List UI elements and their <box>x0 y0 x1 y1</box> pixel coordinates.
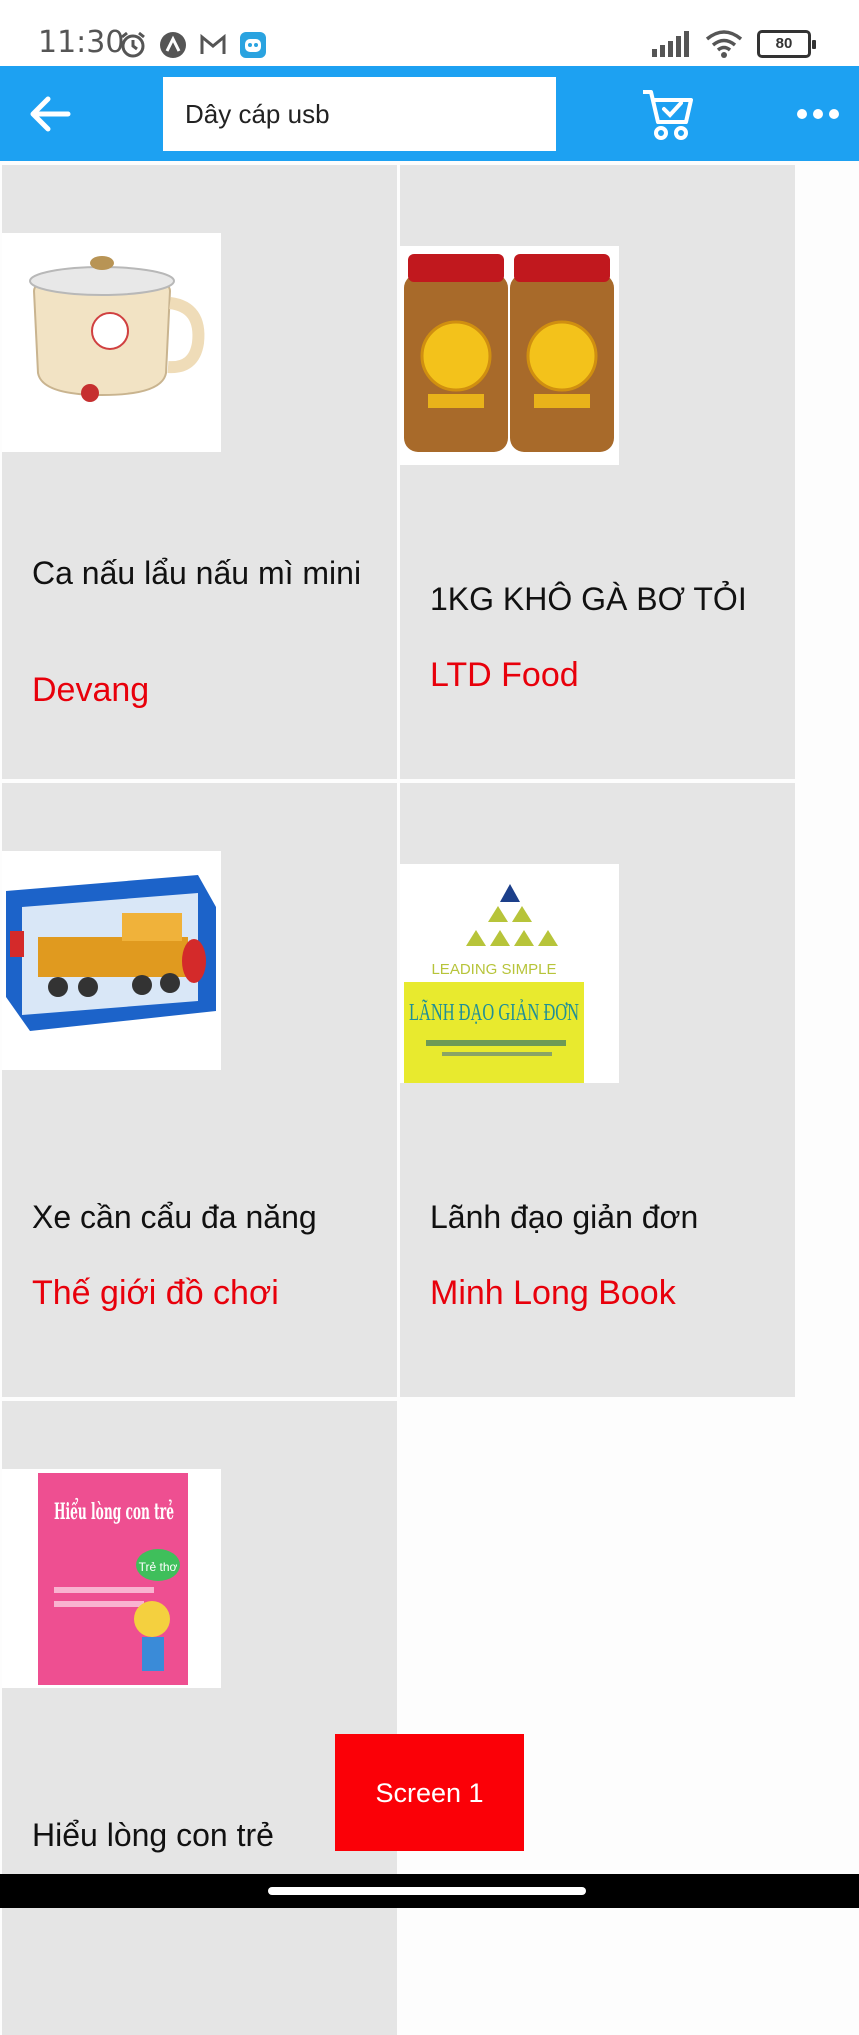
product-title: Ca nấu lẩu nấu mì mini <box>32 555 362 591</box>
book-cover-title: Hiểu lòng con trẻ <box>54 1497 174 1525</box>
back-arrow-icon <box>30 96 71 132</box>
product-title: Lãnh đạo giản đơn <box>430 1199 699 1235</box>
wifi-icon <box>705 30 743 58</box>
hieu-long-con-tre-book-image: Hiểu lòng con trẻ Trẻ thơ <box>2 1469 221 1688</box>
alarm-icon <box>121 31 145 58</box>
electric-pot-image <box>2 233 221 452</box>
app-a-icon <box>160 32 186 58</box>
status-bar: 11:30 80 <box>0 0 859 66</box>
gmail-icon <box>200 33 226 54</box>
product-card[interactable]: 1KG KHÔ GÀ BƠ TỎI LTD Food <box>400 165 795 779</box>
status-time: 11:30 <box>38 25 125 60</box>
product-card[interactable]: Xe cần cẩu đa năng Thế giới đồ chơi <box>2 783 397 1397</box>
product-title: Xe cần cẩu đa năng <box>32 1199 317 1235</box>
product-seller: Minh Long Book <box>430 1274 676 1312</box>
cart-check-icon <box>643 90 693 140</box>
back-button[interactable] <box>26 90 74 138</box>
product-seller: LTD Food <box>430 656 579 694</box>
book-cover-badge: Trẻ thơ <box>139 1560 178 1574</box>
cart-button[interactable] <box>640 86 696 142</box>
robot-app-icon <box>240 32 266 58</box>
more-options-button[interactable] <box>796 100 840 128</box>
product-card[interactable]: LEADING SIMPLE LÃNH ĐẠO GIẢN ĐƠN Lãnh đạ… <box>400 783 795 1397</box>
system-icons: 80 <box>651 30 816 58</box>
search-input[interactable]: Dây cáp usb <box>163 77 556 151</box>
home-indicator[interactable] <box>268 1887 586 1895</box>
product-title: 1KG KHÔ GÀ BƠ TỎI <box>430 581 747 617</box>
book-cover-title: LÃNH ĐẠO GIẢN ĐƠN <box>409 1000 579 1026</box>
book-cover-subtitle: LEADING SIMPLE <box>431 961 556 978</box>
screen-1-button[interactable]: Screen 1 <box>335 1734 524 1851</box>
toy-crane-truck-image <box>2 851 221 1070</box>
product-card[interactable]: Hiểu lòng con trẻ Trẻ thơ Hiểu lòng con … <box>2 1401 397 2035</box>
dried-chicken-jars-image <box>400 246 619 465</box>
app-bar: Dây cáp usb <box>0 66 859 161</box>
signal-icon <box>652 31 689 57</box>
more-dots-icon <box>797 109 839 119</box>
notification-icons <box>118 30 268 60</box>
leading-simple-book-image: LEADING SIMPLE LÃNH ĐẠO GIẢN ĐƠN <box>400 864 619 1083</box>
battery-icon: 80 <box>757 30 816 58</box>
navigation-bar <box>0 1874 859 1908</box>
product-card[interactable]: Ca nấu lẩu nấu mì mini Devang <box>2 165 397 779</box>
product-title: Hiểu lòng con trẻ <box>32 1817 274 1853</box>
product-seller: Devang <box>32 671 150 709</box>
product-seller: Thế giới đồ chơi <box>32 1274 279 1312</box>
